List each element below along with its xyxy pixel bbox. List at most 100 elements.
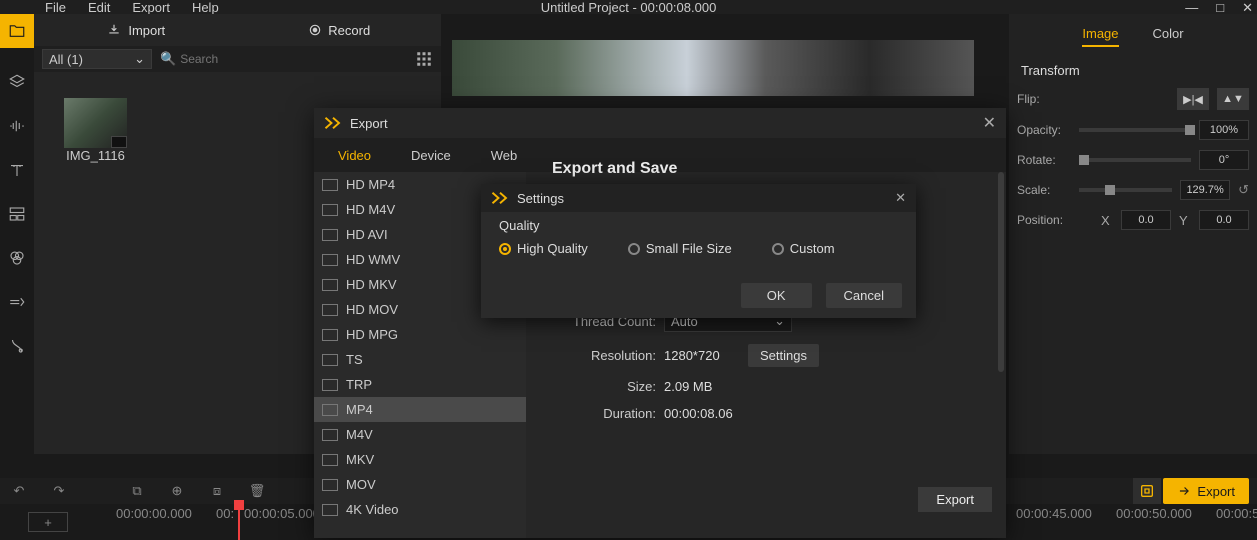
rail-media-icon[interactable] [0,14,34,48]
format-icon [322,454,338,466]
left-rail [0,14,34,478]
format-item[interactable]: MP4 [314,397,526,422]
app-logo-icon [324,116,342,130]
export-confirm-button[interactable]: Export [918,487,992,512]
format-item[interactable]: M4V [314,422,526,447]
rotate-value[interactable]: 0° [1199,150,1249,170]
flip-vertical-button[interactable]: ▲▼ [1217,88,1249,110]
format-label: 4K Video [346,502,399,517]
grid-view-icon[interactable] [415,50,433,68]
format-scrollbar[interactable] [998,172,1004,372]
scale-label: Scale: [1017,183,1071,197]
playhead[interactable] [238,504,240,540]
rail-color-icon[interactable] [7,248,27,268]
menu-edit[interactable]: Edit [88,0,110,14]
record-button[interactable]: Record [238,23,442,38]
inspector-panel: Image Color Transform Flip: ▶|◀ ▲▼ Opaci… [1009,14,1257,454]
format-label: MOV [346,477,376,492]
export-tab-web[interactable]: Web [491,148,518,163]
cancel-button[interactable]: Cancel [826,283,902,308]
format-label: HD MP4 [346,177,395,192]
format-icon [322,179,338,191]
opacity-value[interactable]: 100% [1199,120,1249,140]
settings-dialog: Settings ✕ Quality High Quality Small Fi… [481,184,916,318]
flip-label: Flip: [1017,92,1071,106]
radio-custom[interactable]: Custom [772,241,835,256]
settings-dialog-title: Settings [517,191,564,206]
menu-file[interactable]: File [45,0,66,14]
app-logo-icon [491,191,509,205]
tool-2[interactable]: ⊕ [166,480,188,502]
flip-horizontal-button[interactable]: ▶|◀ [1177,88,1209,110]
format-item[interactable]: TRP [314,372,526,397]
quality-heading: Quality [481,212,916,241]
format-icon [322,204,338,216]
tick-play: 00: [216,506,234,521]
scale-slider[interactable] [1079,188,1172,192]
format-label: TS [346,352,363,367]
format-item[interactable]: MKV [314,447,526,472]
rotate-label: Rotate: [1017,153,1071,167]
search-icon: 🔍 [160,51,176,67]
media-filter-dropdown[interactable]: All (1) ⌄ [42,49,152,69]
clip-thumbnail[interactable]: IMG_1116 [64,98,127,163]
resolution-settings-button[interactable]: Settings [748,344,819,367]
add-track-button[interactable]: + [28,512,68,532]
position-x-value[interactable]: 0.0 [1121,210,1171,230]
reset-scale-icon[interactable]: ↺ [1238,182,1249,198]
undo-button[interactable]: ↶ [8,480,30,502]
rotate-slider[interactable] [1079,158,1191,162]
export-close-icon[interactable]: ✕ [983,113,996,133]
export-label: Export [1197,484,1235,499]
import-button[interactable]: Import [34,23,238,38]
radio-sf-label: Small File Size [646,241,732,256]
search-input[interactable] [180,52,407,66]
rail-transition-icon[interactable] [7,292,27,312]
format-icon [322,279,338,291]
format-item[interactable]: HD MPG [314,322,526,347]
project-settings-button[interactable] [1133,478,1161,504]
format-icon [322,504,338,516]
format-item[interactable]: 4K Video [314,497,526,522]
ok-button[interactable]: OK [741,283,812,308]
tick-2: 00:00:45.000 [1016,506,1092,521]
redo-button[interactable]: ↷ [48,480,70,502]
export-button[interactable]: Export [1163,478,1249,504]
opacity-slider[interactable] [1079,128,1191,132]
format-icon [322,304,338,316]
export-tab-device[interactable]: Device [411,148,451,163]
export-header: Export and Save [552,160,996,178]
format-icon [322,229,338,241]
format-icon [322,379,338,391]
rail-templates-icon[interactable] [7,204,27,224]
settings-close-icon[interactable]: ✕ [895,190,906,206]
radio-small-file[interactable]: Small File Size [628,241,732,256]
format-label: HD WMV [346,252,400,267]
tab-image[interactable]: Image [1082,26,1118,47]
format-icon [322,354,338,366]
tab-color[interactable]: Color [1153,26,1184,47]
radio-hq-label: High Quality [517,241,588,256]
window-title: Untitled Project - 00:00:08.000 [541,0,717,15]
rail-audio-icon[interactable] [7,116,27,136]
radio-high-quality[interactable]: High Quality [499,241,588,256]
tick-1: 00:00:05.000 [244,506,320,521]
export-tab-video[interactable]: Video [338,148,371,163]
format-icon [322,329,338,341]
tool-3[interactable]: ⧈ [206,480,228,502]
tick-4: 00:00:5 [1216,506,1257,521]
position-y-value[interactable]: 0.0 [1199,210,1249,230]
format-item[interactable]: TS [314,347,526,372]
preview-viewport [452,40,974,96]
tool-1[interactable]: ⧉ [126,480,148,502]
scale-value[interactable]: 129.7% [1180,180,1230,200]
menu-help[interactable]: Help [192,0,219,14]
rail-keyframe-icon[interactable] [7,336,27,356]
rail-layers-icon[interactable] [7,72,27,92]
menu-export[interactable]: Export [132,0,170,14]
radio-custom-label: Custom [790,241,835,256]
delete-button[interactable]: 🗑 [246,480,268,502]
import-label: Import [128,23,165,38]
rail-text-icon[interactable] [7,160,27,180]
format-item[interactable]: MOV [314,472,526,497]
